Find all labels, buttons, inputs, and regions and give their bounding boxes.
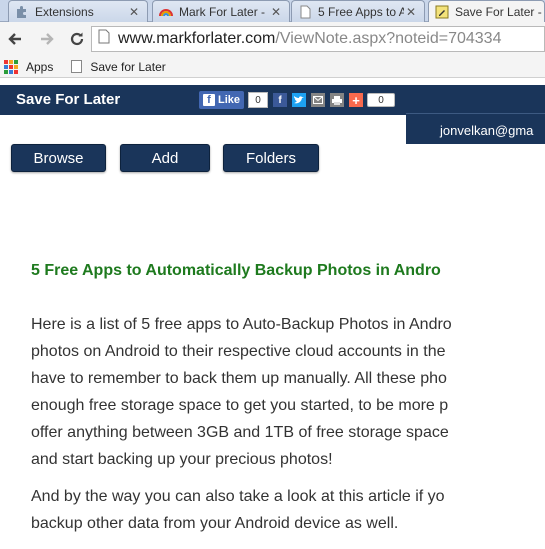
print-icon[interactable] xyxy=(330,93,345,107)
site-header: Save For Later f Like 0 f + 0 xyxy=(0,85,545,115)
bookmark-apps[interactable]: Apps xyxy=(0,59,54,74)
facebook-icon[interactable]: f xyxy=(273,93,288,107)
bookmarks-bar: Apps Save for Later xyxy=(0,56,545,78)
note-icon xyxy=(435,5,449,19)
tab-title: Mark For Later - xyxy=(179,4,266,19)
text-line: photos on Android to their respective cl… xyxy=(31,343,446,360)
folders-button[interactable]: Folders xyxy=(223,144,319,172)
reload-icon xyxy=(70,32,84,46)
back-button[interactable] xyxy=(2,26,28,52)
close-icon[interactable]: ✕ xyxy=(269,5,283,19)
share-count: 0 xyxy=(367,93,396,107)
user-email: jonvelkan@gma xyxy=(440,123,534,138)
url-host: www.markforlater.com xyxy=(118,30,276,47)
text-line: enough free storage space to get you sta… xyxy=(31,397,449,414)
like-label: Like xyxy=(218,94,241,106)
facebook-icon: f xyxy=(203,94,215,106)
puzzle-icon xyxy=(15,5,29,19)
tab-save-for-later[interactable]: Save For Later - xyxy=(428,0,545,23)
tab-title: 5 Free Apps to A xyxy=(318,4,404,19)
article-paragraph: Here is a list of 5 free apps to Auto-Ba… xyxy=(31,311,545,473)
apps-grid-icon xyxy=(4,59,18,74)
article-paragraph: And by the way you can also take a look … xyxy=(31,483,545,537)
tab-5-free-apps[interactable]: 5 Free Apps to A ✕ xyxy=(291,0,425,22)
email-icon[interactable] xyxy=(311,93,326,107)
text-line: offer anything between 3GB and 1TB of fr… xyxy=(31,424,449,441)
tab-strip: Extensions ✕ Mark For Later - ✕ 5 Free A… xyxy=(0,0,545,23)
close-icon[interactable]: ✕ xyxy=(127,5,141,19)
bookmark-label: Save for Later xyxy=(90,59,166,74)
tab-title: Save For Later - xyxy=(455,5,542,19)
text-line: and start backing up your precious photo… xyxy=(31,451,333,468)
browser-toolbar: www.markforlater.com/ViewNote.aspx?notei… xyxy=(0,22,545,56)
tab-extensions[interactable]: Extensions ✕ xyxy=(8,0,148,22)
facebook-like-button[interactable]: f Like xyxy=(199,91,245,109)
text-line: backup other data from your Android devi… xyxy=(31,515,399,532)
rainbow-icon xyxy=(159,5,173,19)
note-article: 5 Free Apps to Automatically Backup Phot… xyxy=(31,258,545,537)
article-title: 5 Free Apps to Automatically Backup Phot… xyxy=(31,262,441,279)
add-button[interactable]: Add xyxy=(120,144,210,172)
twitter-icon[interactable] xyxy=(292,93,307,107)
text-line: And by the way you can also take a look … xyxy=(31,488,445,505)
reload-button[interactable] xyxy=(64,26,90,52)
text-line: have to remember to back them up manuall… xyxy=(31,370,447,387)
forward-button[interactable] xyxy=(34,26,60,52)
plus-share-icon[interactable]: + xyxy=(349,93,364,108)
address-bar[interactable]: www.markforlater.com/ViewNote.aspx?notei… xyxy=(91,26,545,52)
tab-mark-for-later[interactable]: Mark For Later - ✕ xyxy=(152,0,290,22)
forward-arrow-icon xyxy=(41,33,54,45)
bookmark-label: Apps xyxy=(26,59,54,74)
like-count: 0 xyxy=(248,92,269,108)
close-icon[interactable]: ✕ xyxy=(404,5,418,19)
tab-title: Extensions xyxy=(35,4,94,19)
share-bar: f Like 0 f + 0 xyxy=(199,91,396,109)
page-icon xyxy=(71,60,83,73)
user-account[interactable]: jonvelkan@gma xyxy=(406,113,545,144)
page-icon xyxy=(98,29,110,49)
browse-button[interactable]: Browse xyxy=(11,144,106,172)
url-path: /ViewNote.aspx?noteid=704334 xyxy=(275,30,502,47)
text-line: Here is a list of 5 free apps to Auto-Ba… xyxy=(31,316,452,333)
site-title[interactable]: Save For Later xyxy=(16,91,120,108)
bookmark-save-for-later[interactable]: Save for Later xyxy=(71,59,166,74)
page-icon xyxy=(298,5,312,19)
back-arrow-icon xyxy=(8,33,21,45)
